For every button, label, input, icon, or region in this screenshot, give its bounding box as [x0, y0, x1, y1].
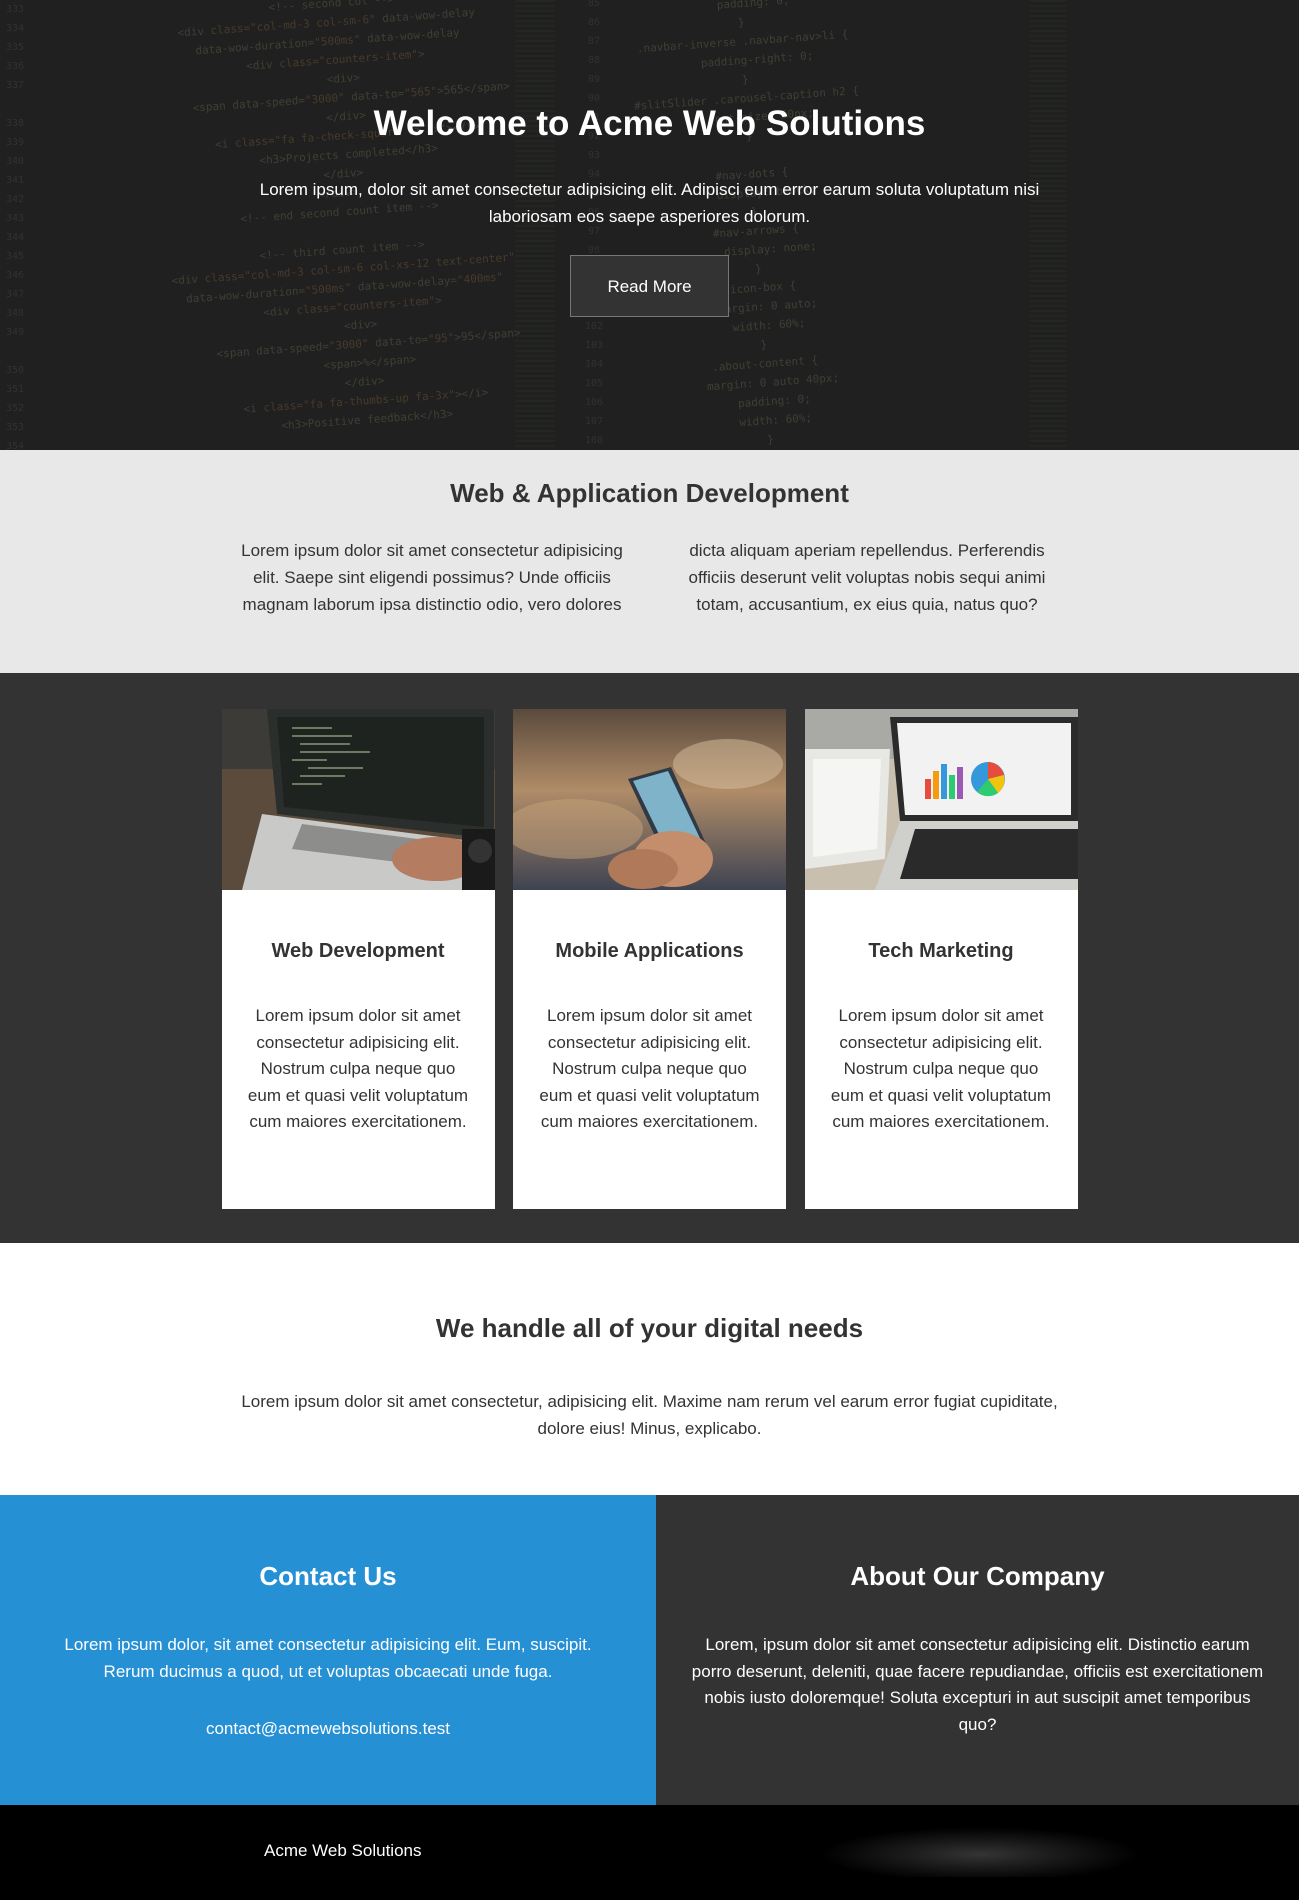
- footer-background-image: [820, 1827, 1140, 1877]
- contact-title: Contact Us: [259, 1561, 397, 1591]
- smartphone-image: [513, 709, 786, 890]
- contact-about-section: Contact Us Lorem ipsum dolor, sit amet c…: [0, 1495, 1299, 1805]
- footer-brand: Acme Web Solutions: [264, 1841, 422, 1860]
- contact-email-link[interactable]: contact@acmewebsolutions.test: [0, 1719, 656, 1739]
- hero-section: 333 334 335 336 337 338 339 340 341 342 …: [0, 0, 1299, 450]
- section-title: We handle all of your digital needs: [435, 1313, 864, 1343]
- card-text: Lorem ipsum dolor sit amet consectetur a…: [830, 1006, 1052, 1131]
- service-card-mobile-applications: Mobile Applications Lorem ipsum dolor si…: [513, 709, 786, 1209]
- about-panel: About Our Company Lorem, ipsum dolor sit…: [656, 1495, 1299, 1805]
- card-text: Lorem ipsum dolor sit amet consectetur a…: [539, 1006, 760, 1131]
- read-more-button[interactable]: Read More: [570, 255, 729, 317]
- hero-text: Lorem ipsum, dolor sit amet consectetur …: [259, 180, 1040, 226]
- section-text: Lorem ipsum dolor sit amet consectetur, …: [241, 1392, 1058, 1438]
- footer: Acme Web Solutions: [0, 1805, 1299, 1900]
- about-title: About Our Company: [850, 1561, 1105, 1591]
- contact-text: Lorem ipsum dolor, sit amet consectetur …: [64, 1635, 592, 1681]
- hero-title: Welcome to Acme Web Solutions: [373, 104, 926, 143]
- services-section: Web Development Lorem ipsum dolor sit am…: [0, 673, 1299, 1243]
- service-card-tech-marketing: Tech Marketing Lorem ipsum dolor sit ame…: [804, 709, 1078, 1209]
- laptop-charts-image: [804, 709, 1078, 890]
- card-title: Tech Marketing: [868, 940, 1014, 962]
- web-app-development-section: Web & Application Development Lorem ipsu…: [0, 450, 1299, 673]
- section-title: Web & Application Development: [450, 478, 849, 508]
- digital-needs-section: We handle all of your digital needs Lore…: [0, 1243, 1299, 1495]
- laptop-coding-image: [221, 709, 495, 890]
- about-text: Lorem, ipsum dolor sit amet consectetur …: [691, 1635, 1264, 1734]
- section-text: Lorem ipsum dolor sit amet consectetur a…: [241, 541, 1046, 614]
- card-title: Mobile Applications: [555, 940, 744, 962]
- card-text: Lorem ipsum dolor sit amet consectetur a…: [247, 1006, 469, 1131]
- service-card-web-development: Web Development Lorem ipsum dolor sit am…: [221, 709, 495, 1209]
- contact-panel: Contact Us Lorem ipsum dolor, sit amet c…: [0, 1495, 656, 1805]
- card-title: Web Development: [271, 940, 445, 962]
